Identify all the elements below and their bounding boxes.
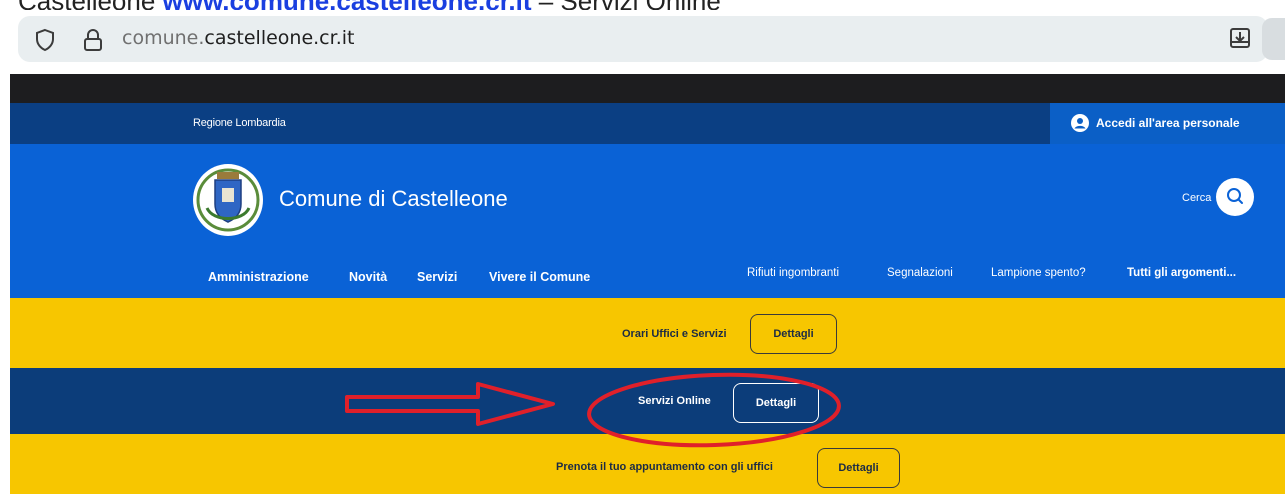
url-prefix: comune. [122, 27, 205, 49]
url-text[interactable]: comune.castelleone.cr.it [122, 27, 354, 49]
band-servizi-online: Servizi Online Dettagli [10, 368, 1285, 434]
user-icon [1071, 114, 1089, 132]
nav-lampione-spento[interactable]: Lampione spento? [991, 267, 1086, 279]
region-bar: Regione Lombardia Accedi all'area person… [10, 103, 1285, 144]
lock-icon[interactable] [82, 28, 104, 52]
url-domain: castelleone.cr.it [204, 27, 355, 49]
search-button[interactable] [1216, 178, 1254, 216]
login-label: Accedi all'area personale [1096, 116, 1240, 130]
nav-novita[interactable]: Novità [349, 270, 387, 284]
document-caption: Castelleone www.comune.castelleone.cr.it… [18, 0, 721, 16]
band-orari: Orari Uffici e Servizi Dettagli [10, 298, 1285, 368]
region-label[interactable]: Regione Lombardia [193, 117, 286, 129]
prenota-dettagli-button[interactable]: Dettagli [817, 448, 900, 488]
shield-icon[interactable] [34, 28, 56, 52]
crest-logo[interactable] [193, 164, 263, 236]
site-title[interactable]: Comune di Castelleone [279, 186, 508, 212]
band-orari-title: Orari Uffici e Servizi [622, 328, 727, 340]
orari-dettagli-button[interactable]: Dettagli [750, 314, 837, 354]
address-bar[interactable]: comune.castelleone.cr.it [18, 16, 1268, 62]
nav-servizi[interactable]: Servizi [417, 270, 457, 284]
browser-toolbar: comune.castelleone.cr.it [0, 10, 1285, 74]
band-prenota: Prenota il tuo appuntamento con gli uffi… [10, 434, 1285, 494]
nav-segnalazioni[interactable]: Segnalazioni [887, 267, 953, 279]
top-strip [10, 74, 1285, 103]
login-button[interactable]: Accedi all'area personale [1050, 103, 1285, 144]
site-header: Comune di Castelleone Cerca Amministrazi… [10, 144, 1285, 298]
nav-tutti-gli-argomenti[interactable]: Tutti gli argomenti... [1127, 267, 1236, 279]
servizi-online-dettagli-button[interactable]: Dettagli [733, 383, 819, 423]
band-prenota-title: Prenota il tuo appuntamento con gli uffi… [556, 461, 773, 473]
download-icon[interactable] [1228, 26, 1252, 50]
toolbar-button-edge[interactable] [1262, 18, 1285, 60]
nav-vivere-il-comune[interactable]: Vivere il Comune [489, 270, 590, 284]
search-icon [1227, 188, 1243, 204]
nav-amministrazione[interactable]: Amministrazione [208, 270, 309, 284]
search-label[interactable]: Cerca [1182, 192, 1211, 204]
nav-rifiuti-ingombranti[interactable]: Rifiuti ingombranti [747, 267, 839, 279]
band-servizi-online-title: Servizi Online [638, 395, 711, 407]
